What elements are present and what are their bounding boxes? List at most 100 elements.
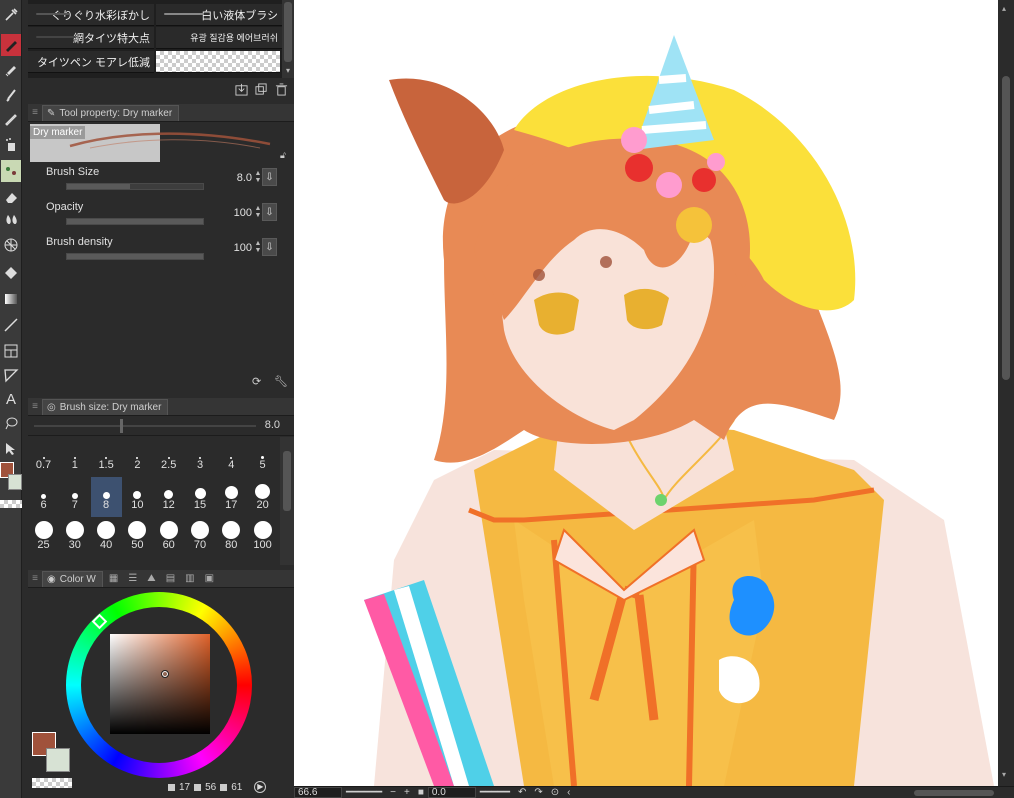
select-icon[interactable] bbox=[1, 438, 21, 460]
ink-pen-icon[interactable] bbox=[1, 84, 21, 106]
decoration-icon[interactable] bbox=[1, 160, 21, 182]
sub-view-tab-icon[interactable]: ▣ bbox=[205, 573, 214, 584]
spin-icon[interactable]: ▲ ▼ bbox=[254, 205, 262, 219]
transparent-color-swatch[interactable] bbox=[32, 778, 72, 788]
trash-icon[interactable] bbox=[274, 82, 288, 96]
brush-list-scrollbar[interactable]: ▾ bbox=[282, 0, 294, 78]
zoom-in-icon[interactable]: + bbox=[404, 787, 410, 798]
brush-item[interactable] bbox=[156, 51, 280, 73]
duplicate-icon[interactable] bbox=[254, 82, 268, 96]
brush-size-cell[interactable]: 17 bbox=[216, 477, 247, 517]
frame-icon[interactable] bbox=[1, 340, 21, 362]
tab-color-wheel[interactable]: ◉ Color W bbox=[42, 570, 103, 587]
chevron-left-icon[interactable]: ‹ bbox=[567, 787, 570, 798]
brush-size-cell[interactable]: 80 bbox=[216, 517, 247, 557]
brush-size-cell[interactable]: 100 bbox=[247, 517, 278, 557]
zoom-field[interactable]: 66.6 bbox=[294, 787, 342, 798]
brush-item[interactable]: ぐりぐり水彩ぼかし bbox=[28, 4, 154, 26]
brush-size-cell[interactable]: 25 bbox=[28, 517, 59, 557]
reset-icon[interactable]: ⟳ bbox=[252, 375, 266, 389]
ruler-icon[interactable] bbox=[1, 364, 21, 386]
tab-brush-size[interactable]: ◎ Brush size: Dry marker bbox=[42, 398, 169, 415]
chevron-up-icon[interactable]: ▴ bbox=[1002, 4, 1010, 13]
download-icon[interactable]: ⇩ bbox=[262, 238, 277, 256]
brush-size-cell[interactable]: 3 bbox=[185, 437, 216, 477]
brush-size-cell[interactable]: 8 bbox=[90, 477, 122, 517]
blend-icon[interactable] bbox=[1, 208, 21, 230]
pencil-icon[interactable] bbox=[1, 108, 21, 130]
brush-size-cell[interactable]: 2.5 bbox=[153, 437, 184, 477]
brush-size-slider[interactable] bbox=[66, 183, 204, 190]
eyedropper-icon[interactable] bbox=[1, 4, 21, 26]
zoom-out-icon[interactable]: − bbox=[390, 787, 396, 798]
spin-icon[interactable]: ▲ ▼ bbox=[254, 170, 262, 184]
sub-color-swatch[interactable] bbox=[46, 748, 70, 772]
brush-size-cell[interactable]: 60 bbox=[153, 517, 184, 557]
brush-size-value[interactable]: 8.0 bbox=[265, 419, 280, 431]
download-icon[interactable] bbox=[234, 82, 248, 96]
color-set-tab-icon[interactable]: ☰ bbox=[128, 573, 137, 584]
brush-size-cell[interactable]: 4 bbox=[216, 437, 247, 477]
panel-grip-icon[interactable]: ≡ bbox=[28, 401, 42, 412]
brush-item[interactable]: 유광 질감용 에어브러쉬 bbox=[156, 27, 282, 49]
brush-size-cell[interactable]: 5 bbox=[247, 437, 278, 477]
brush-item[interactable]: 白い液体ブラシ bbox=[156, 4, 282, 26]
brush-size-cell[interactable]: 15 bbox=[185, 477, 216, 517]
brush-size-cell[interactable]: 10 bbox=[122, 477, 153, 517]
color-history-tab-icon[interactable]: ▥ bbox=[185, 573, 194, 584]
airbrush-icon[interactable] bbox=[1, 134, 21, 156]
rotation-field[interactable]: 0.0 bbox=[427, 787, 476, 798]
chevron-down-icon[interactable]: ▾ bbox=[283, 66, 293, 76]
rotate-right-icon[interactable]: ↷ bbox=[534, 787, 542, 798]
brush-size-cell[interactable]: 70 bbox=[185, 517, 216, 557]
sv-cursor[interactable] bbox=[161, 670, 169, 678]
prop-value[interactable]: 100 bbox=[234, 242, 252, 254]
brush-size-cell[interactable]: 20 bbox=[247, 477, 278, 517]
fit-icon[interactable]: ■ bbox=[418, 787, 424, 798]
rotate-left-icon[interactable]: ↶ bbox=[518, 787, 526, 798]
marker-icon[interactable] bbox=[1, 58, 21, 80]
transparent-color-swatch[interactable] bbox=[0, 500, 22, 508]
brush-size-cell[interactable]: 30 bbox=[59, 517, 90, 557]
panel-grip-icon[interactable]: ≡ bbox=[28, 107, 42, 118]
rotation-slider[interactable]: ━━━━━ bbox=[480, 787, 510, 798]
pen-icon[interactable] bbox=[1, 34, 21, 56]
drawing-canvas[interactable] bbox=[294, 0, 998, 786]
brush-item[interactable]: タイツペン モアレ低減 bbox=[28, 51, 154, 73]
zoom-slider[interactable]: ━━━━━━ bbox=[346, 787, 382, 798]
prop-value[interactable]: 8.0 bbox=[237, 172, 252, 184]
gradient-icon[interactable] bbox=[1, 288, 21, 310]
scroll-thumb[interactable] bbox=[1002, 76, 1010, 380]
lasso-icon[interactable] bbox=[1, 412, 21, 434]
size-grid-scrollbar[interactable] bbox=[280, 437, 294, 565]
eraser-icon[interactable] bbox=[1, 186, 21, 208]
brush-density-slider[interactable] bbox=[66, 253, 204, 260]
play-icon[interactable]: ▶ bbox=[254, 781, 267, 793]
grid-icon[interactable] bbox=[1, 234, 21, 256]
saturation-value-square[interactable] bbox=[110, 634, 210, 734]
spin-icon[interactable]: ▲ ▼ bbox=[254, 240, 262, 254]
brush-size-cell[interactable]: 0.7 bbox=[28, 437, 59, 477]
tab-tool-property[interactable]: ✎ Tool property: Dry marker bbox=[42, 104, 180, 121]
intermediate-color-tab-icon[interactable]: ⛰ bbox=[147, 573, 155, 584]
brush-size-slider-bar[interactable]: 8.0 bbox=[28, 416, 294, 436]
chevron-down-icon[interactable]: ▾ bbox=[1002, 770, 1010, 779]
brush-item[interactable]: 網タイツ特大点 bbox=[28, 27, 154, 49]
download-icon[interactable]: ⇩ bbox=[262, 203, 277, 221]
brush-size-cell[interactable]: 2 bbox=[122, 437, 153, 477]
brush-size-cell[interactable]: 1.5 bbox=[91, 437, 122, 477]
brush-size-cell[interactable]: 7 bbox=[59, 477, 90, 517]
canvas-horizontal-scrollbar[interactable] bbox=[914, 789, 994, 796]
approximate-color-tab-icon[interactable]: ▤ bbox=[166, 573, 175, 584]
brush-size-cell[interactable]: 50 bbox=[122, 517, 153, 557]
brush-size-cell[interactable]: 12 bbox=[153, 477, 184, 517]
download-icon[interactable]: ⇩ bbox=[262, 168, 277, 186]
brush-size-cell[interactable]: 1 bbox=[59, 437, 90, 477]
sub-color-swatch[interactable] bbox=[8, 474, 22, 490]
opacity-slider[interactable] bbox=[66, 218, 204, 225]
panel-grip-icon[interactable]: ≡ bbox=[28, 573, 42, 584]
wrench-icon[interactable]: 🔧︎ bbox=[274, 375, 288, 389]
lock-icon[interactable]: 🔓︎ bbox=[280, 150, 288, 160]
prop-value[interactable]: 100 bbox=[234, 207, 252, 219]
reset-rotation-icon[interactable]: ⊙ bbox=[551, 787, 559, 798]
